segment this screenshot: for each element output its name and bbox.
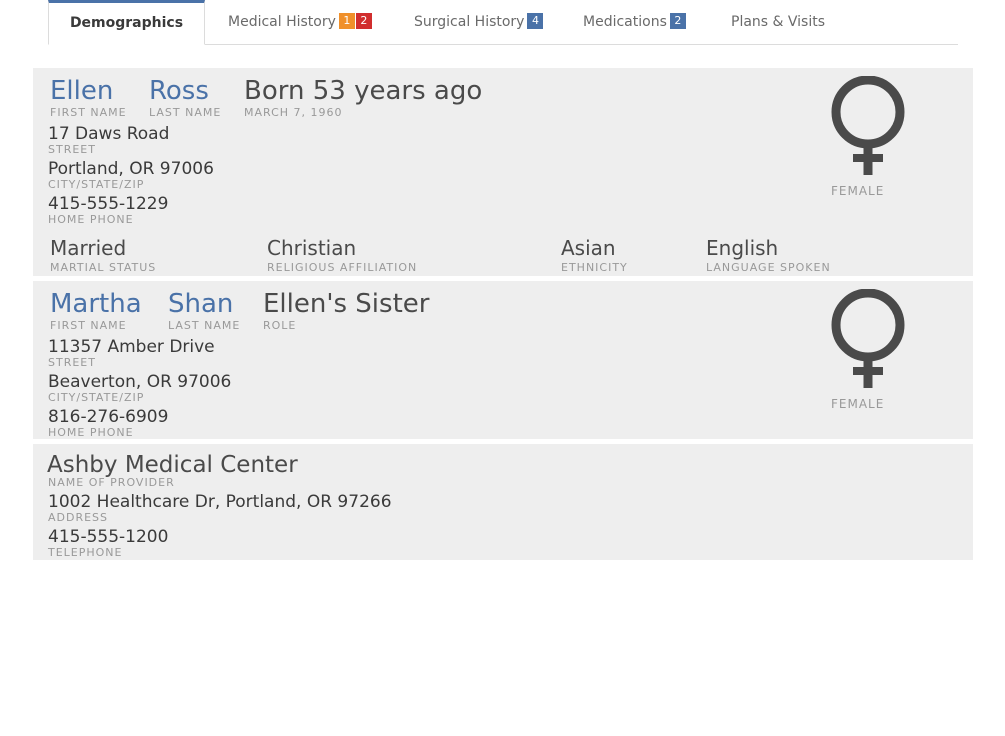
first-name-label: FIRST NAME <box>50 319 127 332</box>
phone-label: HOME PHONE <box>48 426 134 439</box>
patient-city: Portland, OR 97006 <box>48 159 214 179</box>
street-label: STREET <box>48 143 96 156</box>
phone-label: HOME PHONE <box>48 213 134 226</box>
count-badge: 2 <box>355 13 372 29</box>
gender-label: FEMALE <box>831 397 885 411</box>
tab-surgical-history[interactable]: Surgical History 4 <box>414 0 544 43</box>
count-badge: 2 <box>669 13 686 29</box>
tab-medical-history[interactable]: Medical History 1 2 <box>228 0 372 43</box>
patient-phone: 415-555-1229 <box>48 194 169 214</box>
tab-label: Medications <box>583 14 667 30</box>
tab-demographics[interactable]: Demographics <box>48 0 205 45</box>
religion: Christian <box>267 236 357 260</box>
provider-name-label: NAME OF PROVIDER <box>48 476 175 489</box>
gender-label: FEMALE <box>831 184 885 198</box>
tab-label: Surgical History <box>414 14 525 30</box>
tab-label: Demographics <box>69 15 184 31</box>
role-label: ROLE <box>263 319 297 332</box>
last-name-label: LAST NAME <box>168 319 241 332</box>
tab-bar: Demographics Medical History 1 2 Surgical … <box>48 0 958 45</box>
city-label: CITY/STATE/ZIP <box>48 178 145 191</box>
contact-last-name: Shan <box>168 289 234 319</box>
religion-label: RELIGIOUS AFFILIATION <box>267 261 418 274</box>
ethnicity-label: ETHNICITY <box>561 261 628 274</box>
count-badge: 1 <box>338 13 355 29</box>
tab-label: Plans & Visits <box>731 14 826 30</box>
patient-first-name: Ellen <box>50 76 114 106</box>
contact-first-name: Martha <box>50 289 142 319</box>
contact-role: Ellen's Sister <box>263 289 430 319</box>
provider-panel: Ashby Medical Center NAME OF PROVIDER 10… <box>33 444 973 560</box>
count-badge: 4 <box>527 13 544 29</box>
female-symbol-icon <box>831 76 905 175</box>
marital-status: Married <box>50 236 127 260</box>
ethnicity: Asian <box>561 236 616 260</box>
city-label: CITY/STATE/ZIP <box>48 391 145 404</box>
first-name-label: FIRST NAME <box>50 106 127 119</box>
tab-medications[interactable]: Medications 2 <box>583 0 686 43</box>
provider-address: 1002 Healthcare Dr, Portland, OR 97266 <box>48 492 392 512</box>
telephone-label: TELEPHONE <box>48 546 123 559</box>
patient-panel: Ellen FIRST NAME Ross LAST NAME Born 53 … <box>33 68 973 276</box>
contact-street: 11357 Amber Drive <box>48 337 215 357</box>
address-label: ADDRESS <box>48 511 109 524</box>
language: English <box>706 236 779 260</box>
tab-label: Medical History <box>228 14 336 30</box>
date-of-birth: MARCH 7, 1960 <box>244 106 343 119</box>
contact-panel: Martha FIRST NAME Shan LAST NAME Ellen's… <box>33 281 973 439</box>
last-name-label: LAST NAME <box>149 106 222 119</box>
language-label: LANGUAGE SPOKEN <box>706 261 831 274</box>
contact-city: Beaverton, OR 97006 <box>48 372 232 392</box>
provider-phone: 415-555-1200 <box>48 527 169 547</box>
tab-plans-visits[interactable]: Plans & Visits <box>731 0 825 43</box>
patient-age: Born 53 years ago <box>244 76 483 106</box>
contact-phone: 816-276-6909 <box>48 407 169 427</box>
patient-street: 17 Daws Road <box>48 124 170 144</box>
marital-status-label: MARTIAL STATUS <box>50 261 157 274</box>
street-label: STREET <box>48 356 96 369</box>
patient-last-name: Ross <box>149 76 209 106</box>
female-symbol-icon <box>831 289 905 388</box>
